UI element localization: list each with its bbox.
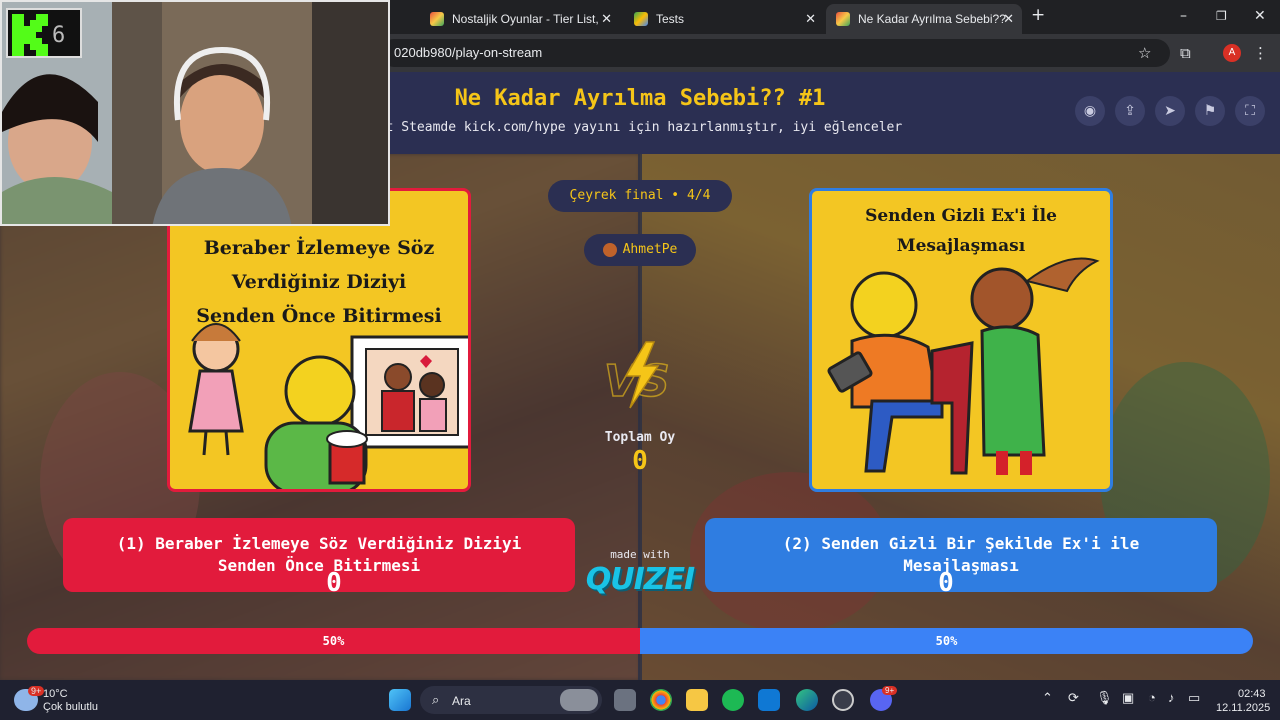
battery-icon[interactable]: ▭ [1188,690,1200,706]
search-icon: ⌕ [432,692,440,707]
kick-badge-count: 6 [52,23,65,48]
tab-nostaljik[interactable]: Nostaljik Oyunlar - Tier List, Kö ✕ [420,4,620,34]
send-icon[interactable]: ➤ [1155,96,1185,126]
close-icon[interactable]: ✕ [1003,11,1014,27]
new-tab-button[interactable]: + [1031,5,1045,25]
spotify-icon[interactable] [722,689,744,711]
vote-progress-left: 50% [27,628,640,654]
kick-logo: 6 [6,8,82,58]
url-field[interactable]: 020db980/play-on-stream [380,39,1170,67]
maximize-button[interactable]: ❐ [1216,9,1227,23]
option-card-right[interactable]: Senden Gizli Ex'i İle Mesajlaşması [809,188,1113,492]
tab-favicon-icon [430,12,444,26]
eye-icon[interactable]: ◉ [1075,96,1105,126]
made-with-label: made with [610,548,670,561]
webcam-overlay: 6 [0,0,390,226]
tab-title: Tests [656,12,685,26]
quizei-logo[interactable]: QUIZEI [580,562,700,597]
option-card-left[interactable]: Beraber İzlemeye Söz Verdiğiniz Diziyi S… [167,188,471,492]
tab-tests[interactable]: Tests ✕ [624,4,824,34]
edge-icon[interactable] [796,689,818,711]
sync-icon[interactable]: ⟳ [1068,690,1079,706]
user-badge: AhmetPe [584,234,696,266]
vote-progress-right: 50% [640,628,1253,654]
bookmark-star-icon[interactable]: ☆ [1138,44,1151,62]
flag-icon[interactable]: ⚑ [1195,96,1225,126]
close-window-button[interactable]: ✕ [1254,8,1266,24]
clock-date[interactable]: 12.11.2025 [1216,702,1270,714]
wifi-icon[interactable]: ◔ [1148,690,1156,705]
microphone-icon[interactable]: 🎙 [1096,690,1113,706]
close-icon[interactable]: ✕ [805,11,816,27]
store-icon[interactable] [758,689,780,711]
vote-progress-bar: 50% 50% [27,628,1253,654]
option-illustration-left [188,323,468,489]
user-avatar [602,242,617,257]
weather-badge: 9+ [28,686,45,696]
windows-taskbar [0,680,1280,720]
tab-title: Nostaljik Oyunlar - Tier List, Kö [452,12,602,26]
total-votes-label: Toplam Oy [604,430,676,445]
minimize-button[interactable]: – [1180,8,1187,24]
round-badge: Çeyrek final • 4/4 [548,180,732,212]
user-name: AhmetPe [622,242,678,257]
tab-favicon-icon [836,12,850,26]
close-icon[interactable]: ✕ [601,11,612,27]
file-explorer-icon[interactable] [686,689,708,711]
vote-count-left: 0 [326,568,342,598]
total-votes-value: 0 [632,446,648,476]
vs-lightning-icon: VS [603,341,671,409]
menu-dots-icon[interactable]: ⋮ [1253,44,1268,62]
tab-quiz-active[interactable]: Ne Kadar Ayrılma Sebebi?? #1 - ✕ [826,4,1022,34]
weather-temp[interactable]: 10°C [43,688,68,700]
share-icon[interactable]: ⇪ [1115,96,1145,126]
task-view-icon[interactable] [614,689,636,711]
tab-title: Ne Kadar Ayrılma Sebebi?? #1 - [858,12,1008,26]
chevron-up-icon[interactable]: ⌃ [1042,690,1053,706]
search-highlight-icon [560,689,598,711]
tab-favicon-icon [634,12,648,26]
screen-icon[interactable]: ▣ [1122,690,1134,706]
obs-icon[interactable] [832,689,854,711]
extensions-icon[interactable]: ⧉ [1180,44,1191,62]
clock-time[interactable]: 02:43 [1238,688,1266,700]
search-placeholder: Ara [452,694,471,708]
fullscreen-icon[interactable]: ⛶ [1235,96,1265,126]
profile-avatar[interactable]: A [1223,44,1241,62]
discord-badge: 9+ [882,686,898,695]
kick-k-icon: 6 [12,14,65,56]
chrome-icon[interactable] [650,689,672,711]
windows-start-icon[interactable] [389,689,411,711]
center-divider [638,154,642,680]
volume-icon[interactable]: ♪ [1168,690,1175,705]
option-illustration-right [827,257,1100,475]
vote-count-right: 0 [938,568,954,598]
weather-desc[interactable]: Çok bulutlu [43,701,98,713]
